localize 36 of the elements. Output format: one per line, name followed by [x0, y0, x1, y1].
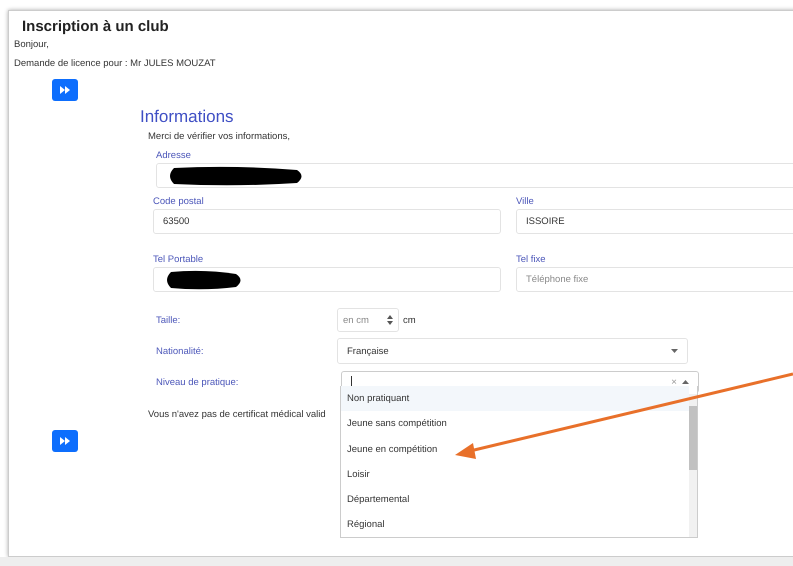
dropdown-option[interactable]: Loisir	[341, 462, 689, 488]
field-label: Adresse	[156, 150, 192, 161]
field-label: Nationalité:	[156, 346, 205, 356]
input-field[interactable]: 63500	[153, 209, 501, 234]
fast-forward-icon	[60, 437, 70, 445]
field-label: Ville	[516, 196, 535, 207]
field-label: Tel fixe	[516, 254, 547, 265]
next-button[interactable]	[52, 79, 78, 101]
input-field[interactable]: ISSOIRE	[516, 209, 793, 234]
dropdown-option[interactable]: Départemental	[341, 487, 689, 512]
dropdown-option[interactable]: Jeune en compétition	[341, 436, 689, 462]
input-field[interactable]	[153, 267, 501, 292]
caret-up-icon	[682, 380, 689, 384]
section-title: Informations	[140, 107, 235, 127]
spinner-icon	[387, 315, 393, 325]
nationality-select[interactable]: Française	[337, 338, 688, 364]
dropdown-option[interactable]: Non pratiquant	[341, 386, 689, 412]
input-field[interactable]: Téléphone fixe	[516, 267, 793, 292]
request-text: Demande de licence pour : Mr JULES MOUZAT	[14, 58, 217, 69]
field-label: Taille:	[156, 314, 182, 326]
number-field[interactable]: en cm	[337, 308, 399, 332]
page-title: Inscription à un club	[22, 18, 170, 35]
field-label: Niveau de pratique:	[156, 376, 240, 388]
input-field[interactable]	[156, 163, 793, 188]
greeting-text: Bonjour,	[14, 39, 50, 50]
field-label: Tel Portable	[153, 254, 204, 265]
caret-down-icon	[671, 349, 678, 353]
certificate-note: Vous n'avez pas de certificat médical valid	[148, 409, 327, 420]
dropdown-option[interactable]: Régional	[341, 512, 689, 537]
intro-text: Merci de vérifier vos informations,	[148, 131, 292, 142]
scrollbar[interactable]	[689, 394, 697, 537]
next-button[interactable]	[52, 430, 78, 452]
dropdown-option[interactable]: Jeune sans compétition	[341, 411, 689, 437]
fast-forward-icon	[60, 86, 70, 94]
field-label: Code postal	[153, 196, 205, 207]
unit-label: cm	[403, 314, 416, 326]
